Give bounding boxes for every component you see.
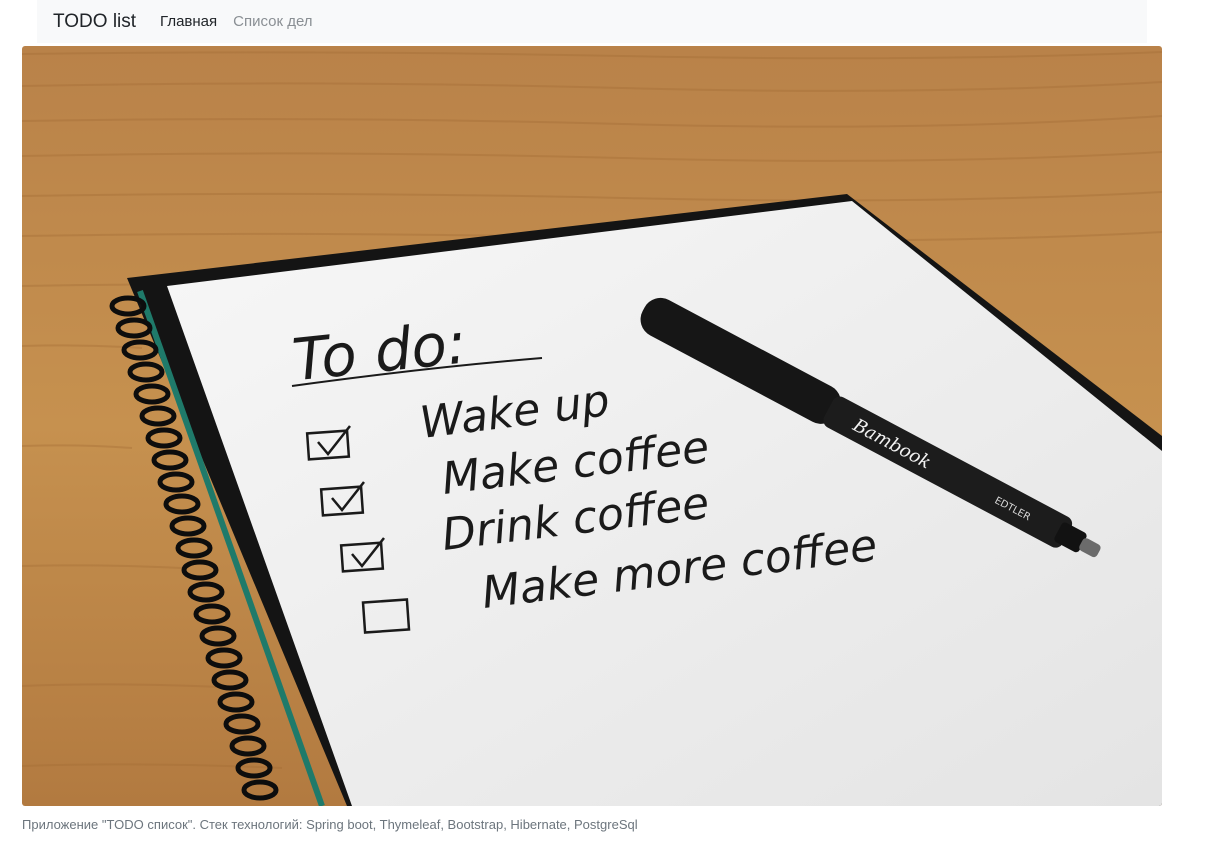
todo-notebook-photo: To do: Wake up Make coffee Drink coffee …: [22, 46, 1162, 806]
nav-link-home[interactable]: Главная: [160, 13, 217, 30]
navbar: TODO list Главная Список дел: [37, 0, 1147, 43]
nav-link-todo-list[interactable]: Список дел: [233, 13, 312, 30]
navbar-brand[interactable]: TODO list: [53, 11, 136, 33]
page-caption: Приложение "TODO список". Стек технологи…: [22, 817, 638, 832]
hero-image: To do: Wake up Make coffee Drink coffee …: [22, 46, 1162, 806]
